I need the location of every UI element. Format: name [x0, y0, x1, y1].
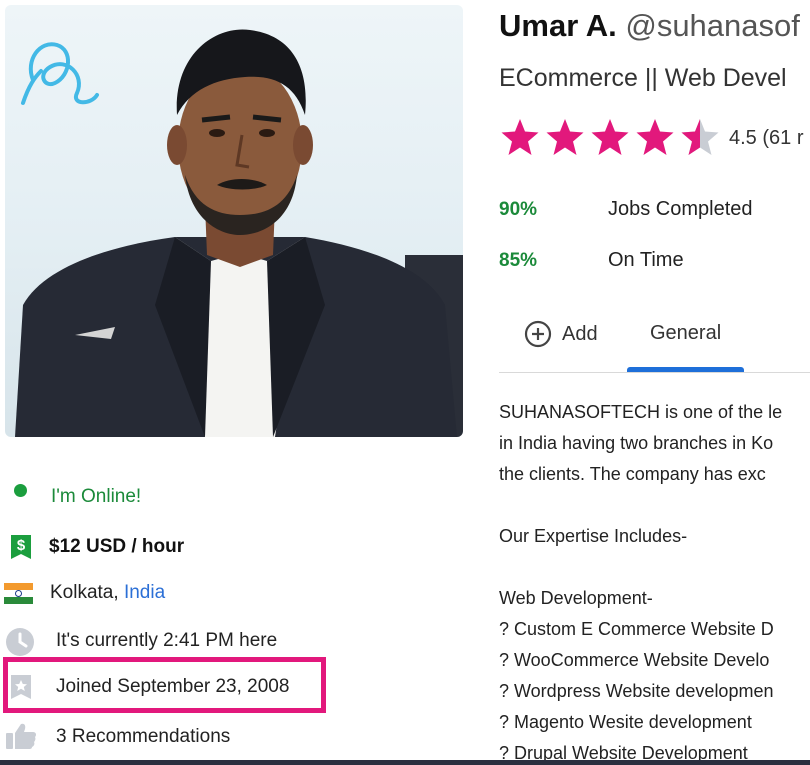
description-line: ? WooCommerce Website Develo [499, 650, 770, 670]
online-status-dot [14, 484, 27, 497]
online-status-text: I'm Online! [51, 486, 142, 507]
star-rating [500, 117, 720, 157]
star-icon [546, 119, 584, 155]
tab-general[interactable]: General [650, 322, 721, 345]
description-line [499, 490, 810, 521]
on-time-percent: 85% [499, 250, 538, 271]
profile-photo [5, 5, 463, 437]
rating-summary[interactable]: 4.5 (61 r [729, 127, 803, 150]
description-line: in India having two branches in Ko [499, 433, 774, 453]
profile-name: Umar A. [499, 8, 617, 43]
profile-photo-illustration [15, 29, 463, 437]
description-line: ? Wordpress Website developmen [499, 681, 774, 701]
description-line: Web Development- [499, 588, 653, 608]
profile-description: SUHANASOFTECH is one of the le in India … [499, 397, 810, 765]
description-line: SUHANASOFTECH is one of the le [499, 402, 783, 422]
location: Kolkata, India [50, 582, 165, 604]
star-icon [501, 119, 539, 155]
profile-tagline: ECommerce || Web Devel [499, 64, 787, 92]
location-country-link[interactable]: India [124, 582, 165, 603]
profile-header: Umar A. @suhanasof [499, 8, 800, 44]
local-time: It's currently 2:41 PM here [56, 630, 278, 651]
description-line: Our Expertise Includes- [499, 526, 688, 546]
freelancer-profile-page: I'm Online! $ $12 USD / hour Kolkata, In… [0, 0, 810, 765]
svg-text:$: $ [17, 537, 26, 554]
dollar-tag-icon: $ [11, 535, 31, 559]
clock-icon [6, 628, 34, 656]
member-badge-icon [11, 675, 31, 699]
thumbs-up-icon [6, 723, 37, 749]
description-line: ? Magento Wesite development [499, 712, 752, 732]
star-icon [591, 119, 629, 155]
plus-circle-icon [524, 320, 552, 348]
star-icon [636, 119, 674, 155]
half-star-icon [681, 119, 719, 155]
tab-divider [499, 372, 810, 373]
recommendations-count[interactable]: 3 Recommendations [56, 726, 230, 748]
jobs-completed-label: Jobs Completed [608, 198, 753, 220]
description-line [499, 552, 810, 583]
description-line: the clients. The company has exc [499, 464, 766, 484]
hourly-rate: $12 USD / hour [49, 536, 185, 557]
jobs-completed-percent: 90% [499, 199, 538, 220]
bottom-border [0, 760, 810, 765]
india-flag-icon [4, 583, 33, 604]
add-tab-label: Add [562, 322, 598, 345]
description-line: ? Custom E Commerce Website D [499, 619, 774, 639]
on-time-label: On Time [608, 249, 684, 271]
joined-date: Joined September 23, 2008 [56, 676, 290, 697]
profile-handle: @suhanasof [625, 8, 800, 43]
location-city: Kolkata, [50, 582, 124, 603]
add-tab-button[interactable]: Add [524, 320, 598, 348]
